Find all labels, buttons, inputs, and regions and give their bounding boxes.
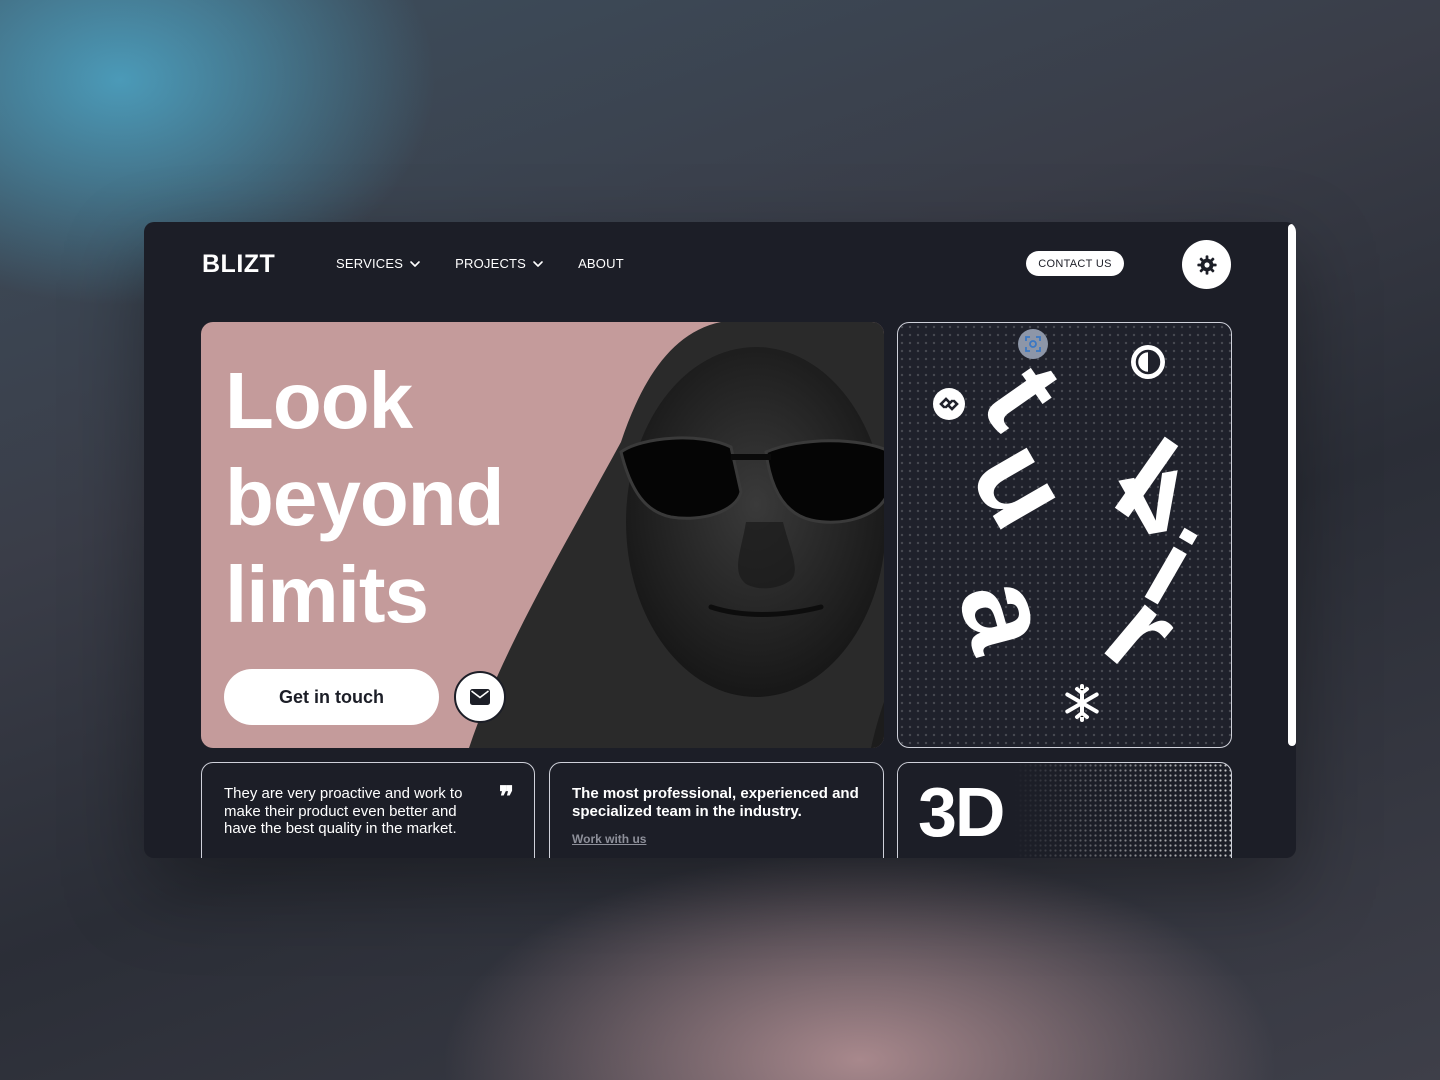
scrollbar[interactable] xyxy=(1288,224,1296,746)
chevron-down-icon xyxy=(533,260,543,267)
virtual-card: v i r t u a l xyxy=(897,322,1232,748)
mail-button[interactable] xyxy=(454,671,506,723)
scan-icon[interactable] xyxy=(1018,329,1048,359)
envelope-icon xyxy=(470,689,490,705)
theme-toggle-button[interactable] xyxy=(1182,240,1231,289)
chevron-down-icon xyxy=(410,260,420,267)
main-nav: SERVICES PROJECTS ABOUT xyxy=(336,256,658,271)
virtual-letter-u: u xyxy=(945,419,1098,549)
nav-item-label: SERVICES xyxy=(336,256,404,271)
hero-title: Look beyond limits xyxy=(225,356,504,639)
hero-card: Look beyond limits Get in touch xyxy=(201,322,884,748)
contrast-icon xyxy=(1131,345,1165,379)
get-in-touch-button[interactable]: Get in touch xyxy=(224,669,439,725)
nav-item-label: PROJECTS xyxy=(455,256,527,271)
snowflake-icon xyxy=(1065,684,1099,722)
brand-logo[interactable]: BLIZT xyxy=(202,250,275,279)
quote-icon: ❞ xyxy=(498,780,514,813)
testimonial-card: They are very proactive and work to make… xyxy=(201,762,535,858)
contact-us-button[interactable]: CONTACT US xyxy=(1026,251,1124,276)
nav-item-label: ABOUT xyxy=(578,256,624,271)
nav-item-projects[interactable]: PROJECTS xyxy=(455,256,544,271)
3d-label: 3D xyxy=(918,773,1005,851)
link-icon xyxy=(933,388,965,420)
gear-icon xyxy=(1196,254,1217,275)
browser-window: BLIZT SERVICES PROJECTS ABOUT CONTACT US xyxy=(144,222,1296,858)
nav-item-services[interactable]: SERVICES xyxy=(336,256,421,271)
team-text: The most professional, experienced and s… xyxy=(572,785,859,820)
testimonial-text: They are very proactive and work to make… xyxy=(224,785,463,837)
nav-item-about[interactable]: ABOUT xyxy=(578,256,624,271)
virtual-letter-a: a xyxy=(933,565,1080,665)
team-card: The most professional, experienced and s… xyxy=(549,762,884,858)
work-with-us-link[interactable]: Work with us xyxy=(572,832,646,846)
3d-card[interactable]: 3D xyxy=(897,762,1232,858)
